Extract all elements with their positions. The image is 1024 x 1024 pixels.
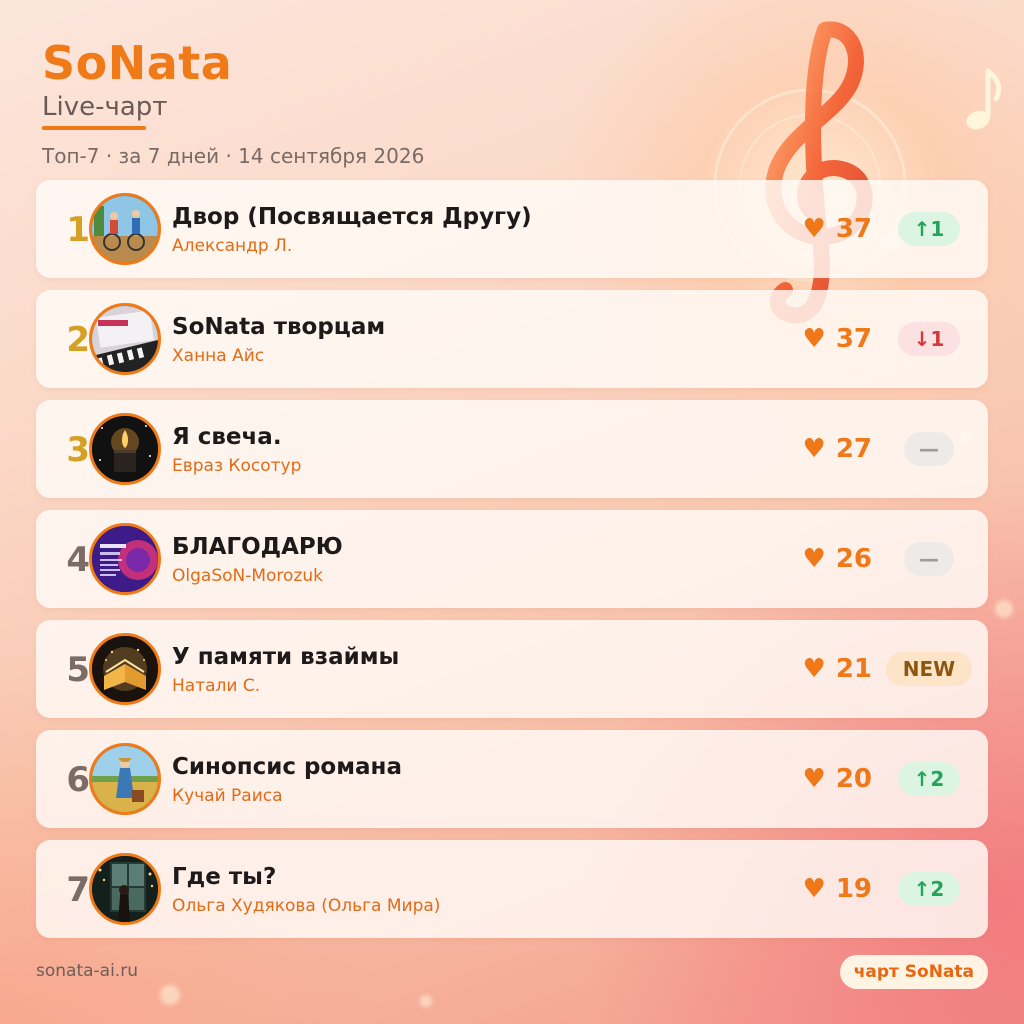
kids-on-bikes-cover[interactable] [89, 193, 161, 265]
music-note-icon [966, 68, 1002, 130]
new-entry-badge: NEW [886, 652, 972, 686]
likes-value: 27 [835, 434, 872, 464]
heart-icon: ♥ [802, 874, 826, 904]
position-change-badge: — [904, 542, 954, 576]
rank-number: 4 [66, 540, 90, 580]
brand-title: SoNata [42, 36, 233, 90]
rank-number: 6 [66, 760, 90, 800]
likes-count: ♥ 20 [803, 764, 873, 794]
girl-at-window-cover[interactable] [89, 853, 161, 925]
likes-value: 21 [835, 654, 872, 684]
artist-name[interactable]: Ольга Худякова (Ольга Мира) [172, 896, 440, 916]
track-title[interactable]: У памяти взаймы [172, 644, 399, 670]
artist-name[interactable]: Натали С. [172, 676, 260, 696]
track-title[interactable]: Где ты? [172, 864, 276, 890]
purple-album-cover[interactable] [89, 523, 161, 595]
position-change-badge: ↑2 [898, 872, 960, 906]
bokeh-light [420, 995, 432, 1007]
track-title[interactable]: Синопсис романа [172, 754, 402, 780]
artist-name[interactable]: Ханна Айс [172, 346, 264, 366]
bokeh-light [160, 985, 180, 1005]
likes-count: ♥ 37 [803, 324, 873, 354]
likes-value: 19 [835, 874, 872, 904]
artist-name[interactable]: OlgaSoN-Morozuk [172, 566, 323, 586]
artist-name[interactable]: Кучай Раиса [172, 786, 283, 806]
rank-number: 2 [66, 320, 90, 360]
chart-row[interactable]: 3 Я свеча. Евраз Косотур ♥ 27 — [36, 400, 988, 498]
heart-icon: ♥ [802, 544, 826, 574]
likes-value: 37 [835, 324, 872, 354]
candle-cover[interactable] [89, 413, 161, 485]
likes-count: ♥ 21 [803, 654, 873, 684]
site-url[interactable]: sonata-ai.ru [36, 961, 138, 981]
chart-row[interactable]: 5 У памяти взаймы Натали С. ♥ 21 NEW [36, 620, 988, 718]
heart-icon: ♥ [802, 434, 826, 464]
heart-icon: ♥ [802, 324, 826, 354]
position-change-badge: ↑2 [898, 762, 960, 796]
likes-count: ♥ 37 [803, 214, 873, 244]
track-title[interactable]: SoNata творцам [172, 314, 385, 340]
heart-icon: ♥ [802, 214, 826, 244]
likes-value: 20 [835, 764, 872, 794]
likes-count: ♥ 26 [803, 544, 873, 574]
chart-list: 1 Двор (Посвящается Другу) Александр Л. … [36, 180, 988, 950]
heart-icon: ♥ [802, 654, 826, 684]
chart-tag-badge: чарт SoNata [839, 955, 988, 989]
likes-count: ♥ 27 [803, 434, 873, 464]
bokeh-light [995, 600, 1013, 618]
heart-icon: ♥ [802, 764, 826, 794]
chart-row[interactable]: 4 БЛАГОДАРЮ OlgaSoN-Morozuk ♥ 26 — [36, 510, 988, 608]
chart-row[interactable]: 2 SoNata творцам Ханна Айс ♥ 37 ↓1 [36, 290, 988, 388]
rank-number: 5 [66, 650, 90, 690]
track-title[interactable]: Я свеча. [172, 424, 282, 450]
track-title[interactable]: Двор (Посвящается Другу) [172, 204, 532, 230]
likes-value: 37 [835, 214, 872, 244]
rank-number: 7 [66, 870, 90, 910]
position-change-badge: — [904, 432, 954, 466]
artist-name[interactable]: Александр Л. [172, 236, 292, 256]
position-change-badge: ↑1 [898, 212, 960, 246]
subtitle-underline [42, 126, 146, 130]
chart-row[interactable]: 6 Синопсис романа Кучай Раиса ♥ 20 ↑2 [36, 730, 988, 828]
chart-row[interactable]: 7 Где ты? Ольга Худякова (Ольга Мира) ♥ 1… [36, 840, 988, 938]
glowing-book-cover[interactable] [89, 633, 161, 705]
rank-number: 1 [66, 210, 90, 250]
rank-number: 3 [66, 430, 90, 470]
chart-meta: Топ-7 · за 7 дней · 14 сентября 2026 [42, 144, 425, 168]
position-change-badge: ↓1 [898, 322, 960, 356]
likes-count: ♥ 19 [803, 874, 873, 904]
chart-row[interactable]: 1 Двор (Посвящается Другу) Александр Л. … [36, 180, 988, 278]
track-title[interactable]: БЛАГОДАРЮ [172, 534, 343, 560]
artist-name[interactable]: Евраз Косотур [172, 456, 301, 476]
page-subtitle: Live-чарт [42, 92, 168, 122]
girl-with-suitcase-cover[interactable] [89, 743, 161, 815]
likes-value: 26 [835, 544, 872, 574]
piano-sheet-cover[interactable] [89, 303, 161, 375]
